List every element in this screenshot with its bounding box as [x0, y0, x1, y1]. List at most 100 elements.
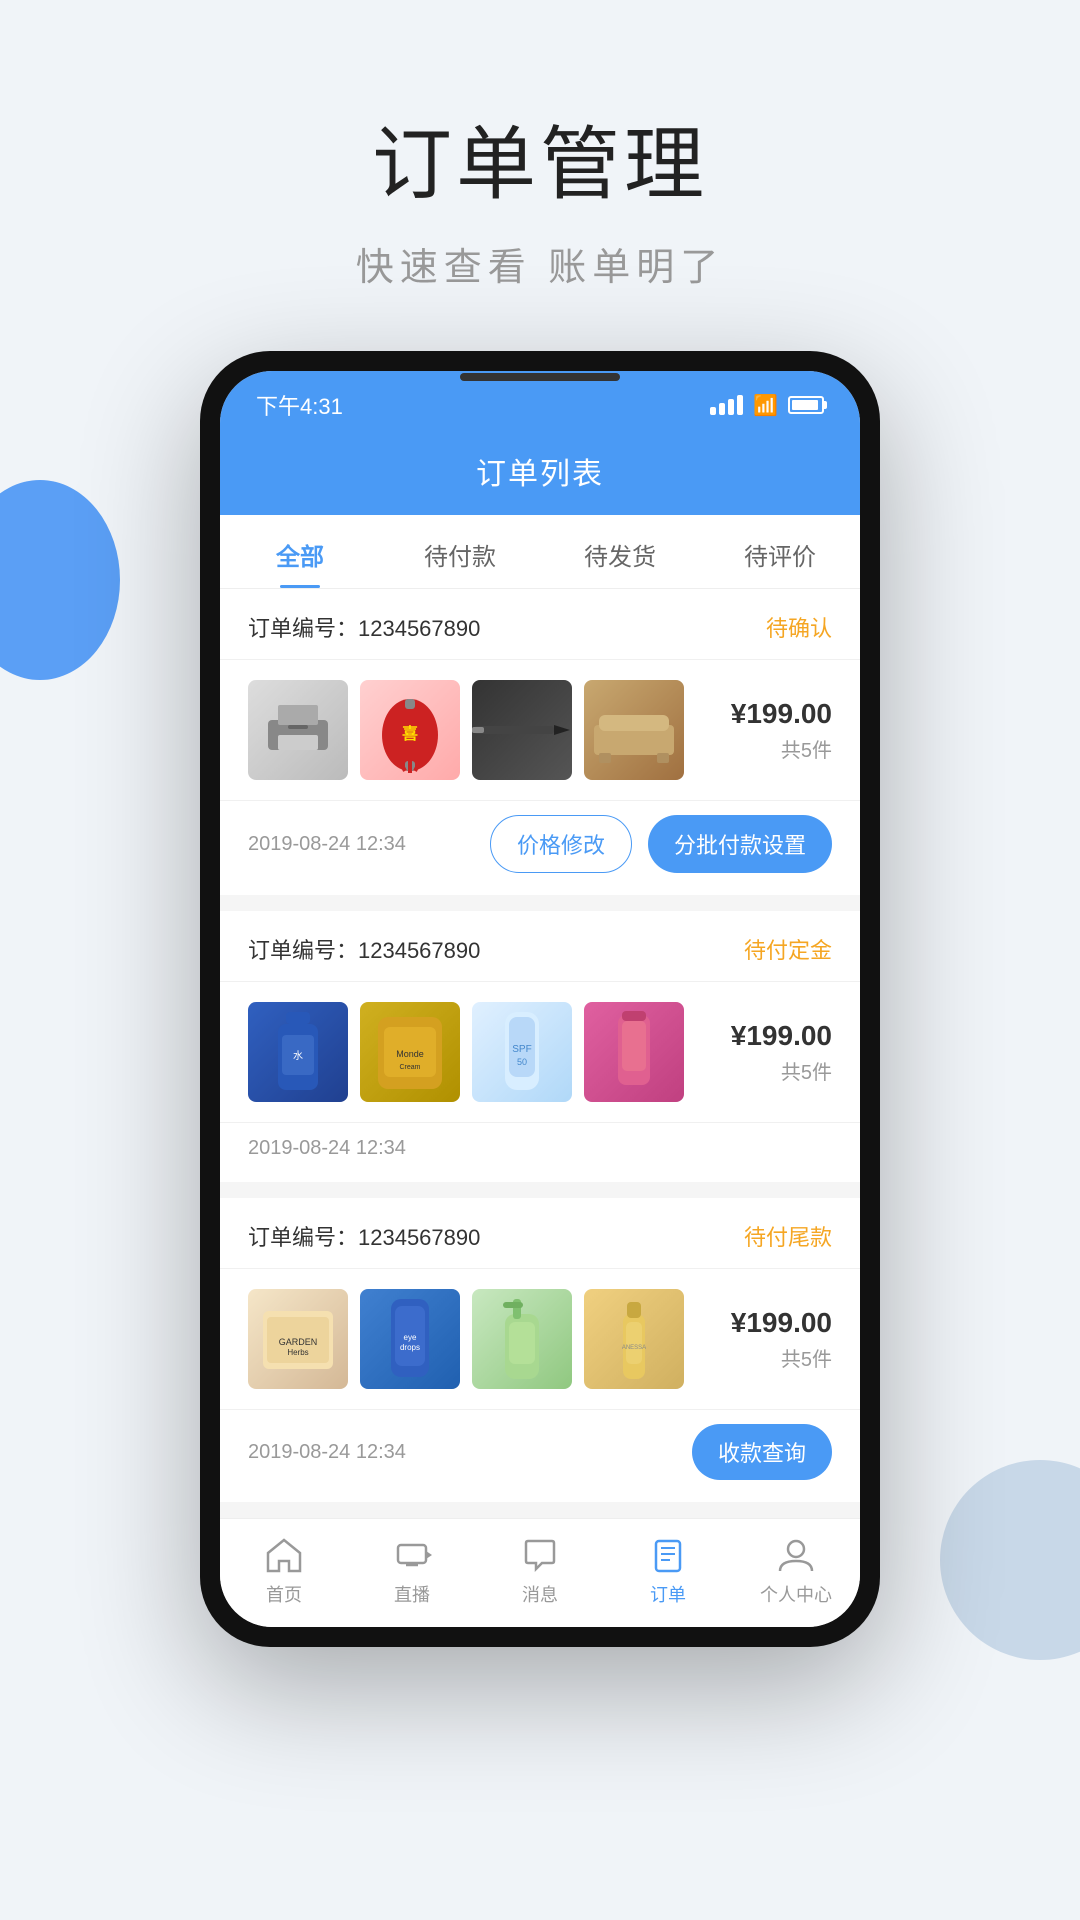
svg-text:GARDEN: GARDEN	[279, 1337, 318, 1347]
order-1-product-images: 喜	[248, 680, 711, 780]
collection-query-button[interactable]: 收款查询	[692, 1424, 832, 1480]
order-2-footer: 2019-08-24 12:34	[220, 1122, 860, 1182]
phone-notch	[460, 373, 620, 381]
product-image: ANESSA	[584, 1289, 684, 1389]
order-1-price-count: 共5件	[731, 734, 832, 763]
nav-item-home[interactable]: 首页	[220, 1535, 348, 1607]
order-1-actions: 价格修改 分批付款设置	[490, 815, 832, 873]
order-2-products: 水 Monde Cream	[220, 982, 860, 1122]
order-1-products: 喜	[220, 660, 860, 800]
order-3-price-amount: ¥199.00	[731, 1307, 832, 1339]
order-3-footer: 2019-08-24 12:34 收款查询	[220, 1409, 860, 1502]
nav-item-message[interactable]: 消息	[476, 1535, 604, 1607]
order-2-date: 2019-08-24 12:34	[248, 1137, 406, 1160]
svg-text:eye: eye	[404, 1333, 417, 1342]
pump-bottle-icon	[487, 1294, 557, 1384]
food-can-icon: GARDEN Herbs	[253, 1299, 343, 1379]
order-tabs: 全部 待付款 待发货 待评价	[220, 515, 860, 589]
phone-mockup: 下午4:31 📶 订单列表	[0, 351, 1080, 1647]
order-3-price-count: 共5件	[731, 1343, 832, 1372]
order-1-date: 2019-08-24 12:34	[248, 833, 406, 856]
order-card-2: 订单编号：1234567890 待付定金 水	[220, 911, 860, 1182]
battery-icon	[788, 396, 824, 414]
order-2-header: 订单编号：1234567890 待付定金	[220, 911, 860, 982]
tab-all[interactable]: 全部	[220, 515, 380, 588]
order-3-header: 订单编号：1234567890 待付尾款	[220, 1198, 860, 1269]
svg-text:drops: drops	[400, 1343, 420, 1352]
order-2-status: 待付定金	[744, 933, 832, 965]
svg-text:SPF: SPF	[512, 1044, 531, 1055]
nav-item-profile[interactable]: 个人中心	[732, 1535, 860, 1607]
order-3-product-images: GARDEN Herbs eye drops	[248, 1289, 711, 1389]
order-1-price: ¥199.00 共5件	[731, 698, 832, 763]
order-1-header: 订单编号：1234567890 待确认	[220, 589, 860, 660]
product-image	[584, 1002, 684, 1102]
order-1-footer: 2019-08-24 12:34 价格修改 分批付款设置	[220, 800, 860, 895]
product-image: Monde Cream	[360, 1002, 460, 1102]
product-image	[472, 680, 572, 780]
pouch-icon: Monde Cream	[370, 1007, 450, 1097]
product-image	[584, 680, 684, 780]
phone-body: 下午4:31 📶 订单列表	[200, 351, 880, 1647]
page-subtitle: 快速查看 账单明了	[0, 236, 1080, 291]
bottle-icon: 水	[268, 1007, 328, 1097]
tab-pending-payment[interactable]: 待付款	[380, 515, 540, 588]
cosmetic-icon	[604, 1007, 664, 1097]
order-2-price: ¥199.00 共5件	[731, 1020, 832, 1085]
order-3-products: GARDEN Herbs eye drops	[220, 1269, 860, 1409]
svg-text:喜: 喜	[402, 724, 418, 743]
svg-text:Monde: Monde	[396, 1049, 424, 1059]
home-icon	[264, 1535, 304, 1575]
bottom-nav: 首页 直播 消息	[220, 1518, 860, 1627]
nav-profile-label: 个人中心	[760, 1581, 832, 1607]
order-icon	[648, 1535, 688, 1575]
order-3-actions: 收款查询	[692, 1424, 832, 1480]
order-card-1: 订单编号：1234567890 待确认	[220, 589, 860, 895]
nav-live-label: 直播	[394, 1581, 430, 1607]
status-icons: 📶	[710, 393, 824, 418]
brush-icon	[472, 715, 572, 745]
tab-pending-review[interactable]: 待评价	[700, 515, 860, 588]
message-icon	[520, 1535, 560, 1575]
serum-icon: ANESSA	[609, 1294, 659, 1384]
furniture-icon	[589, 695, 679, 765]
printer-icon	[263, 700, 333, 760]
page-title: 订单管理	[0, 100, 1080, 216]
svg-text:ANESSA: ANESSA	[622, 1345, 646, 1351]
nav-item-order[interactable]: 订单	[604, 1535, 732, 1607]
product-image: eye drops	[360, 1289, 460, 1389]
order-3-number: 订单编号：1234567890	[248, 1220, 480, 1252]
product-image: GARDEN Herbs	[248, 1289, 348, 1389]
wifi-icon: 📶	[753, 393, 778, 418]
profile-icon	[776, 1535, 816, 1575]
svg-text:Herbs: Herbs	[287, 1348, 308, 1357]
status-time: 下午4:31	[256, 389, 343, 421]
app-header: 订单列表	[220, 431, 860, 515]
order-2-number: 订单编号：1234567890	[248, 933, 480, 965]
order-2-price-amount: ¥199.00	[731, 1020, 832, 1052]
bottle2-icon: eye drops	[375, 1294, 445, 1384]
order-3-price: ¥199.00 共5件	[731, 1307, 832, 1372]
product-image: 水	[248, 1002, 348, 1102]
order-card-3: 订单编号：1234567890 待付尾款 GARDEN Herbs	[220, 1198, 860, 1502]
order-1-number: 订单编号：1234567890	[248, 611, 480, 643]
nav-order-label: 订单	[650, 1581, 686, 1607]
page-header: 订单管理 快速查看 账单明了	[0, 0, 1080, 351]
svg-text:水: 水	[293, 1050, 303, 1062]
batch-payment-button[interactable]: 分批付款设置	[648, 815, 832, 873]
product-image	[472, 1289, 572, 1389]
tab-pending-shipment[interactable]: 待发货	[540, 515, 700, 588]
phone-screen: 下午4:31 📶 订单列表	[220, 371, 860, 1627]
svg-text:Cream: Cream	[399, 1064, 420, 1071]
live-icon	[392, 1535, 432, 1575]
price-modify-button[interactable]: 价格修改	[490, 815, 632, 873]
nav-item-live[interactable]: 直播	[348, 1535, 476, 1607]
nav-message-label: 消息	[522, 1581, 558, 1607]
order-3-date: 2019-08-24 12:34	[248, 1441, 406, 1464]
order-2-product-images: 水 Monde Cream	[248, 1002, 711, 1102]
product-image	[248, 680, 348, 780]
nav-home-label: 首页	[266, 1581, 302, 1607]
orders-list: 订单编号：1234567890 待确认	[220, 589, 860, 1502]
svg-text:50: 50	[517, 1057, 527, 1067]
order-1-price-amount: ¥199.00	[731, 698, 832, 730]
